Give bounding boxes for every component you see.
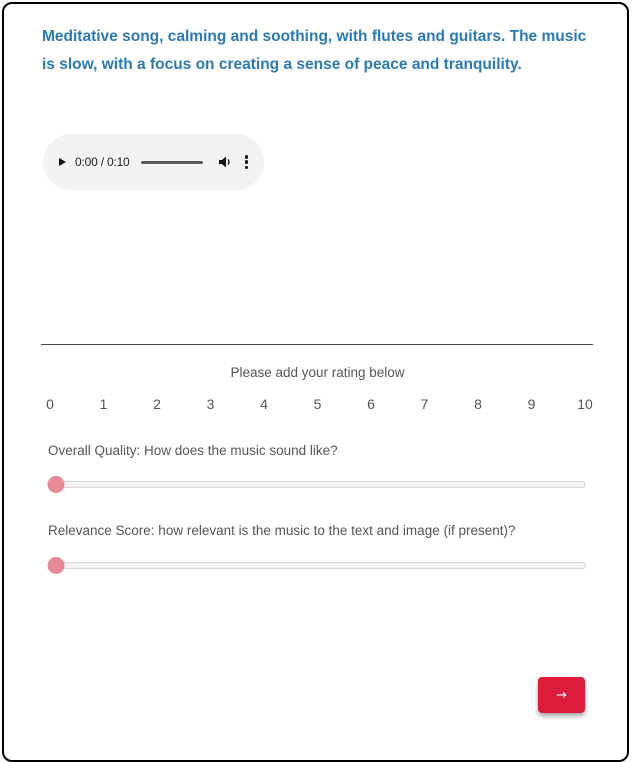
scale-label: 9 [527,396,536,412]
scale-label: 0 [46,396,54,412]
scale-label: 10 [577,396,593,412]
audio-time-display: 0:00 / 0:10 [75,155,130,169]
slider-track[interactable] [56,481,586,488]
scale-label: 3 [206,396,215,412]
rating-instructions: Please add your rating below [230,365,405,380]
scale-label: 6 [367,396,375,412]
audio-player[interactable]: 0:00 / 0:10 [43,134,264,190]
volume-icon[interactable] [218,155,232,169]
relevance-score-label: Relevance Score: how relevant is the mus… [48,523,516,538]
scale-label: 4 [260,396,268,412]
audio-progress-bar[interactable] [140,160,203,164]
scale-label: 2 [153,396,161,412]
slider-track[interactable] [56,562,586,569]
overall-quality-label: Overall Quality: How does the music soun… [48,443,338,458]
play-icon[interactable] [59,158,66,166]
section-divider [41,344,593,345]
scale-label: 8 [474,396,482,412]
slider-thumb[interactable] [47,476,65,493]
survey-card: Meditative song, calming and soothing, w… [2,2,629,762]
scale-label: 7 [420,396,429,412]
rating-scale: 0 1 2 3 4 5 6 7 8 9 10 [46,396,593,414]
slider-thumb[interactable] [47,557,65,574]
next-button[interactable]: → [538,677,585,713]
relevance-score-slider[interactable] [47,557,586,575]
more-vertical-icon[interactable] [244,155,249,169]
overall-quality-slider[interactable] [47,476,586,494]
music-prompt-text: Meditative song, calming and soothing, w… [42,28,587,73]
scale-label: 1 [99,396,108,412]
scale-label: 5 [313,396,322,412]
